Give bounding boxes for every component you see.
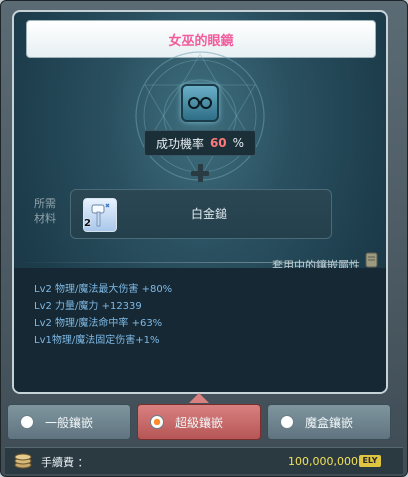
currency-badge: ELY xyxy=(359,455,381,467)
glasses-icon[interactable] xyxy=(181,84,219,122)
required-label-line1: 所需 xyxy=(34,197,56,210)
effect-line: Lv2 物理/魔法最大伤害 +80% xyxy=(34,284,173,295)
fee-label: 手續費 ： xyxy=(41,456,89,469)
effect-line: Lv2 物理/魔法命中率 +63% xyxy=(34,318,163,329)
glasses-glyph-icon xyxy=(188,97,212,109)
success-rate-box: 成功機率 60 % xyxy=(144,130,256,156)
plus-icon xyxy=(190,163,210,183)
tab-normal-inlay[interactable]: 一般鑲嵌 xyxy=(7,404,131,440)
inlay-panel: 女巫的眼鏡 成功機率 60 % 所需 材料 2 白金鎚 套用中的鑲嵌屬性 Lv2… xyxy=(12,10,388,394)
effect-line: Lv1物理/魔法固定伤害+1% xyxy=(34,335,160,346)
scroll-icon xyxy=(365,252,378,268)
material-name: 白金鎚 xyxy=(191,207,228,221)
success-rate-value: 60 xyxy=(209,136,227,150)
tab-magic-box-inlay[interactable]: 魔盒鑲嵌 xyxy=(267,404,391,440)
material-count: 2 xyxy=(84,218,91,229)
fee-value: 100,000,000 xyxy=(288,455,358,468)
tab-super-inlay[interactable]: 超級鑲嵌 xyxy=(137,404,261,440)
coin-stack-icon xyxy=(14,453,32,469)
tab-label: 魔盒鑲嵌 xyxy=(304,415,353,430)
required-material-label: 所需 材料 xyxy=(34,196,62,226)
inlay-window: 女巫的眼鏡 成功機率 60 % 所需 材料 2 白金鎚 套用中的鑲嵌屬性 Lv2… xyxy=(0,0,408,477)
fee-bar: 手續費 ： 100,000,000 ELY xyxy=(5,447,403,474)
tab-label: 一般鑲嵌 xyxy=(44,415,93,430)
effect-line: Lv2 力量/魔力 +12339 xyxy=(34,301,142,312)
tab-label: 超級鑲嵌 xyxy=(174,415,223,430)
success-rate-label: 成功機率 xyxy=(155,136,204,151)
required-label-line2: 材料 xyxy=(34,212,56,225)
material-slot[interactable]: 2 白金鎚 xyxy=(70,189,332,239)
success-rate-unit: % xyxy=(232,136,245,150)
item-title: 女巫的眼鏡 xyxy=(168,33,234,49)
active-tab-pointer xyxy=(189,393,209,403)
effects-list: Lv2 物理/魔法最大伤害 +80% Lv2 力量/魔力 +12339 Lv2 … xyxy=(14,268,386,392)
inlay-mode-tabs: 一般鑲嵌 超級鑲嵌 魔盒鑲嵌 xyxy=(7,404,403,440)
